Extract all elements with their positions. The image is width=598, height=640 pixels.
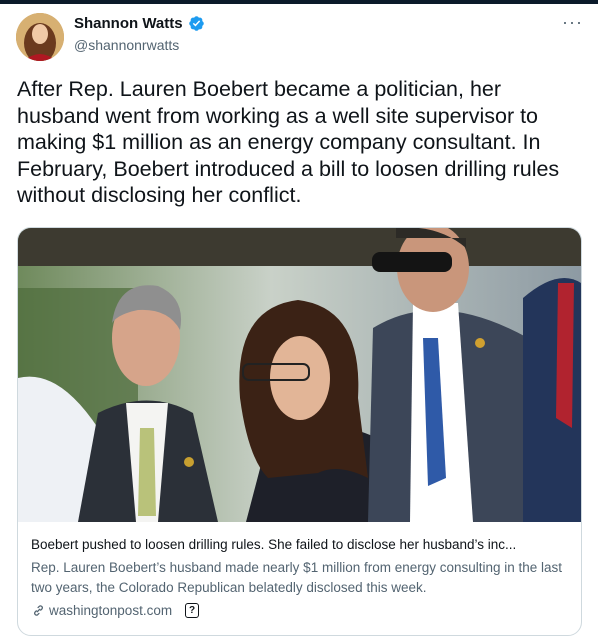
- more-icon[interactable]: ···: [562, 12, 583, 33]
- top-edge: [0, 0, 598, 4]
- avatar-image: [16, 13, 64, 61]
- author-name-text: Shannon Watts: [74, 15, 183, 32]
- avatar[interactable]: [16, 13, 64, 61]
- card-info[interactable]: Boebert pushed to loosen drilling rules.…: [18, 523, 581, 635]
- author-name[interactable]: Shannon Watts: [74, 15, 205, 32]
- question-icon[interactable]: ?: [185, 603, 200, 618]
- link-icon: [34, 605, 43, 616]
- card-title[interactable]: Boebert pushed to loosen drilling rules.…: [31, 537, 571, 552]
- card-domain[interactable]: washingtonpost.com ?: [31, 603, 200, 618]
- article-photo: [18, 228, 581, 522]
- tweet-text: After Rep. Lauren Boebert became a polit…: [17, 77, 560, 207]
- card-image[interactable]: [18, 228, 581, 522]
- author-handle[interactable]: @shannonrwatts: [74, 37, 179, 53]
- link-card[interactable]: Boebert pushed to loosen drilling rules.…: [17, 227, 582, 636]
- verified-badge-icon: [188, 16, 204, 31]
- card-domain-text: washingtonpost.com: [49, 603, 173, 618]
- card-description: Rep. Lauren Boebert’s husband made nearl…: [31, 560, 563, 595]
